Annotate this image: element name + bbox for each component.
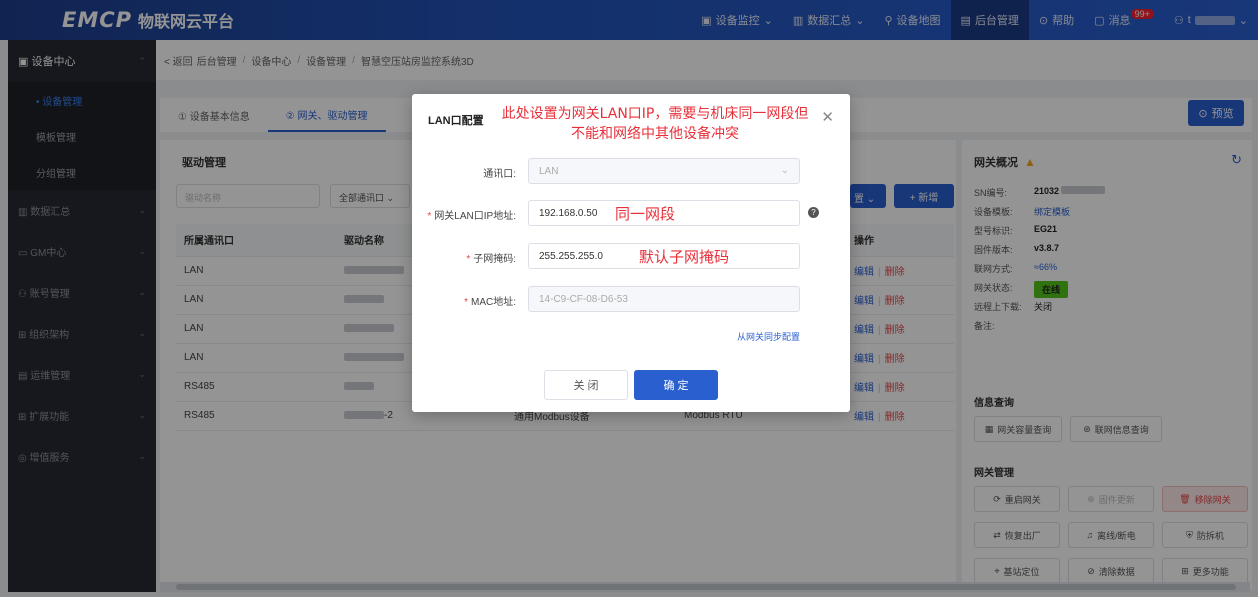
label-text: 网关LAN口IP地址: <box>434 211 516 222</box>
lan-config-dialog: LAN口配置 此处设置为网关LAN口IP，需要与机床同一网段但不能和网络中其他设… <box>412 94 850 412</box>
field-value: 192.168.0.50 <box>539 208 598 219</box>
annotation-note: 默认子网掩码 <box>639 248 730 266</box>
field-label: * 子网掩码: <box>466 250 516 265</box>
required-asterisk: * <box>466 254 471 265</box>
port-select: LAN ⌄ <box>528 158 800 184</box>
field-value: LAN <box>539 166 559 177</box>
sync-from-gateway-link[interactable]: 从网关同步配置 <box>737 330 800 343</box>
close-icon[interactable]: ✕ <box>821 108 834 126</box>
required-asterisk: * <box>464 297 468 308</box>
field-label: * MAC地址: <box>464 293 516 308</box>
mac-address-input: 14-C9-CF-08-D6-53 <box>528 286 800 312</box>
dialog-title: LAN口配置 <box>428 115 484 127</box>
close-button[interactable]: 关 闭 <box>544 370 628 400</box>
field-value: 255.255.255.0 <box>539 251 603 262</box>
label-text: MAC地址: <box>471 297 516 308</box>
question-icon[interactable]: ? <box>808 207 819 218</box>
annotation-note: 同一网段 <box>615 205 676 223</box>
field-value: 14-C9-CF-08-D6-53 <box>539 294 628 305</box>
lan-ip-input[interactable]: 192.168.0.50 同一网段 <box>528 200 800 226</box>
subnet-mask-input[interactable]: 255.255.255.0 默认子网掩码 <box>528 243 800 269</box>
field-label: 通讯口: <box>483 165 516 180</box>
label-text: 子网掩码: <box>473 254 516 265</box>
chevron-down-icon: ⌄ <box>780 165 789 176</box>
confirm-button[interactable]: 确 定 <box>634 370 718 400</box>
label-text: 通讯口: <box>483 169 516 180</box>
field-label: * 网关LAN口IP地址: <box>427 207 516 222</box>
required-asterisk: * <box>427 211 432 222</box>
annotation-note: 此处设置为网关LAN口IP，需要与机床同一网段但不能和网络中其他设备冲突 <box>501 106 809 142</box>
